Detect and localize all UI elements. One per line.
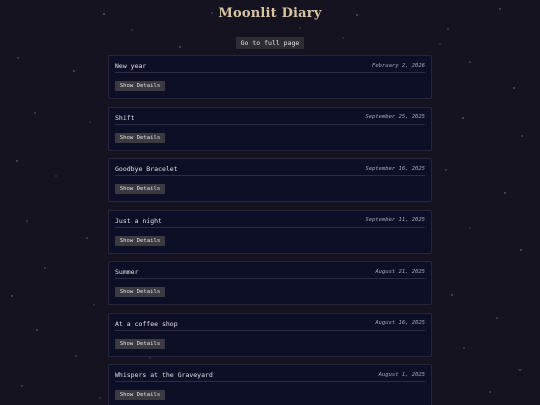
diary-entry-list: New year February 2, 2026 Show Details S… [108, 55, 432, 405]
entry-header: At a coffee shop August 16, 2025 [115, 319, 425, 331]
show-details-button[interactable]: Show Details [115, 81, 165, 91]
entry-title: Goodbye Bracelet [115, 165, 178, 173]
entry-date: August 1, 2025 [378, 371, 425, 378]
entry-header: Goodbye Bracelet September 16, 2025 [115, 164, 425, 176]
page-title: Moonlit Diary [218, 6, 322, 21]
entry-header: Shift September 25, 2025 [115, 113, 425, 125]
entry-title: At a coffee shop [115, 319, 178, 328]
entry-title: Shift [115, 113, 135, 122]
diary-entry-card: Shift September 25, 2025 Show Details [108, 106, 432, 151]
show-details-button[interactable]: Show Details [115, 287, 165, 297]
entry-title: Summer [115, 268, 139, 276]
entry-title: New year [115, 62, 147, 70]
entry-date: September 11, 2025 [365, 217, 425, 223]
entry-title: Whispers at the Graveyard [115, 371, 213, 379]
entry-date: September 25, 2025 [365, 114, 425, 120]
entry-date: February 2, 2026 [372, 62, 425, 69]
show-details-button[interactable]: Show Details [115, 132, 165, 143]
diary-entry-card: Just a night September 11, 2025 Show Det… [108, 209, 432, 254]
show-details-button[interactable]: Show Details [115, 235, 165, 246]
show-details-button[interactable]: Show Details [115, 184, 165, 194]
show-details-button[interactable]: Show Details [115, 338, 165, 349]
diary-entry-card: Goodbye Bracelet September 16, 2025 Show… [108, 158, 432, 202]
entry-header: Summer August 21, 2025 [115, 267, 425, 279]
show-details-button[interactable]: Show Details [115, 390, 165, 400]
entry-date: August 16, 2025 [375, 320, 425, 326]
entry-title: Just a night [115, 216, 162, 225]
diary-entry-card: Whispers at the Graveyard August 1, 2025… [108, 364, 432, 405]
go-to-full-page-button[interactable]: Go to full page [236, 37, 304, 49]
diary-entry-card: Summer August 21, 2025 Show Details [108, 261, 432, 305]
entry-date: August 21, 2025 [375, 268, 425, 275]
entry-header: New year February 2, 2026 [115, 61, 425, 73]
entry-date: September 16, 2025 [365, 165, 425, 172]
diary-entry-card: At a coffee shop August 16, 2025 Show De… [108, 312, 432, 357]
entry-header: Whispers at the Graveyard August 1, 2025 [115, 370, 425, 382]
diary-entry-card: New year February 2, 2026 Show Details [108, 55, 432, 99]
entry-header: Just a night September 11, 2025 [115, 216, 425, 228]
